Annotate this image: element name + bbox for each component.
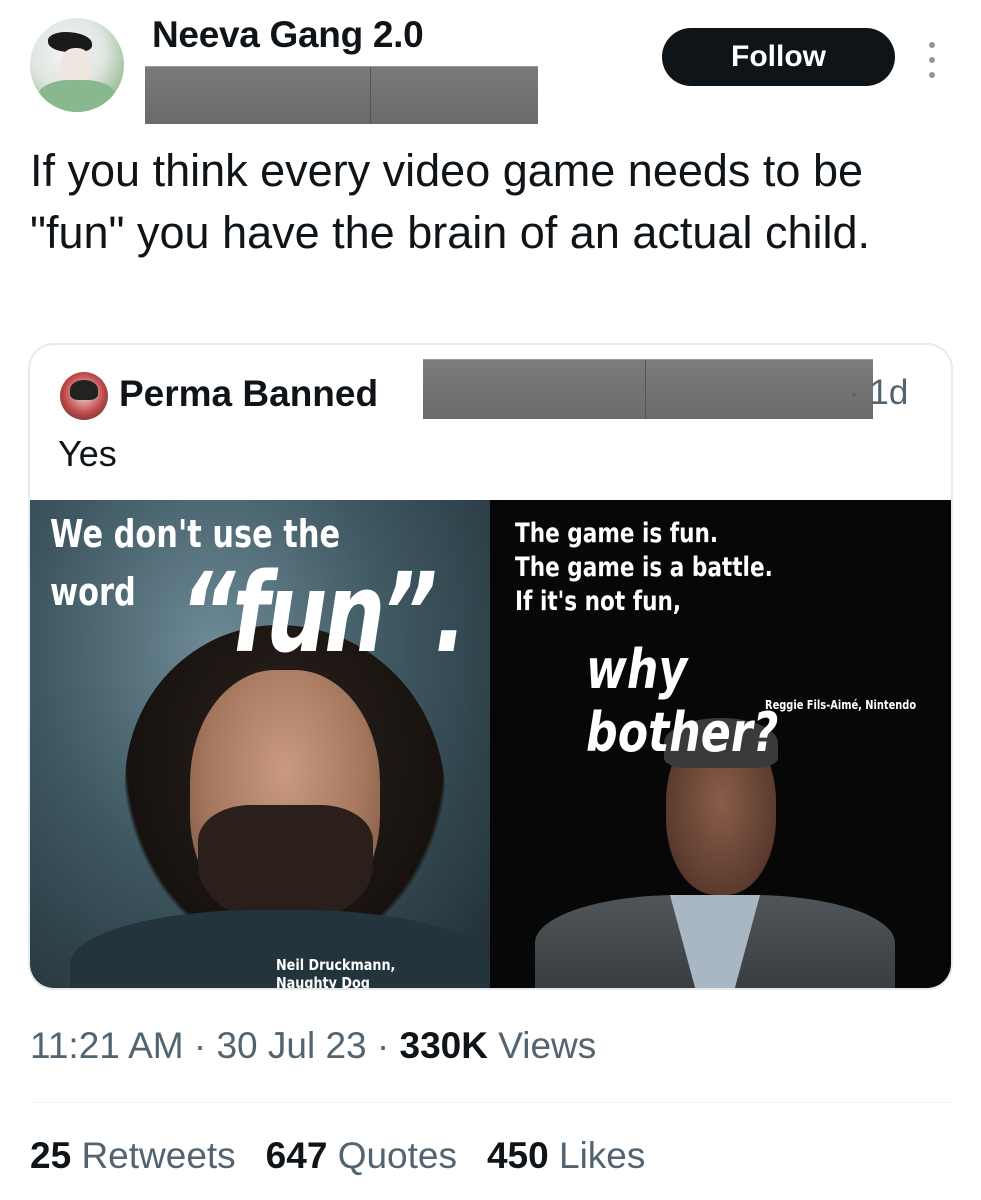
likes-label: Likes [559,1135,646,1176]
poster-left-fun: “fun”. [180,549,467,677]
quotes-stat[interactable]: 647 Quotes [266,1135,457,1177]
views-label: Views [498,1025,597,1066]
follow-button[interactable]: Follow [662,28,895,86]
poster-right-line2: The game is a battle. [515,552,773,583]
poster-right-credit: Reggie Fils-Aimé, Nintendo [765,698,917,712]
quoted-handle-redaction [423,359,873,419]
quoted-tweet[interactable]: Perma Banned · 1d Yes We don't use the w… [28,343,953,990]
likes-count: 450 [486,1135,549,1176]
views-count: 330K [399,1025,488,1066]
poster-left-credit: Neil Druckmann, Naughty Dog [276,956,396,990]
likes-stat[interactable]: 450 Likes [487,1135,645,1177]
avatar-body [38,80,116,112]
tweet-text: If you think every video game needs to b… [30,145,870,258]
portrait-beard [198,805,373,925]
retweets-stat[interactable]: 25 Retweets [30,1135,236,1177]
author-display-name[interactable]: Neeva Gang 2.0 [152,14,424,56]
more-options-icon[interactable] [920,40,944,80]
poster-left-word: word [50,570,136,614]
author-avatar[interactable] [30,18,124,112]
media-panel-right: The game is fun. The game is a battle. I… [490,500,951,988]
tweet-timestamp[interactable]: 11:21 AM · 30 Jul 23 · [30,1025,389,1066]
retweets-count: 25 [30,1135,72,1176]
quoted-author-name[interactable]: Perma Banned [119,373,378,415]
quotes-label: Quotes [337,1135,457,1176]
quoted-text: Yes [58,433,117,474]
quoted-media-image[interactable]: We don't use the word “fun”. Neil Druckm… [30,500,951,990]
quoted-author-avatar[interactable] [60,372,108,420]
quoted-time[interactable]: · 1d [848,373,908,413]
poster-right-line3: If it's not fun, [515,586,682,617]
engagement-stats: 25 Retweets 647 Quotes 450 Likes [30,1135,645,1177]
media-panel-left: We don't use the word “fun”. Neil Druckm… [30,500,490,990]
tweet-meta: 11:21 AM · 30 Jul 23 · 330K Views [30,1025,596,1067]
divider [30,1102,952,1103]
quotes-count: 647 [265,1135,328,1176]
retweets-label: Retweets [81,1135,236,1176]
poster-right-line1: The game is fun. [515,518,719,549]
author-handle-redaction [145,66,538,124]
